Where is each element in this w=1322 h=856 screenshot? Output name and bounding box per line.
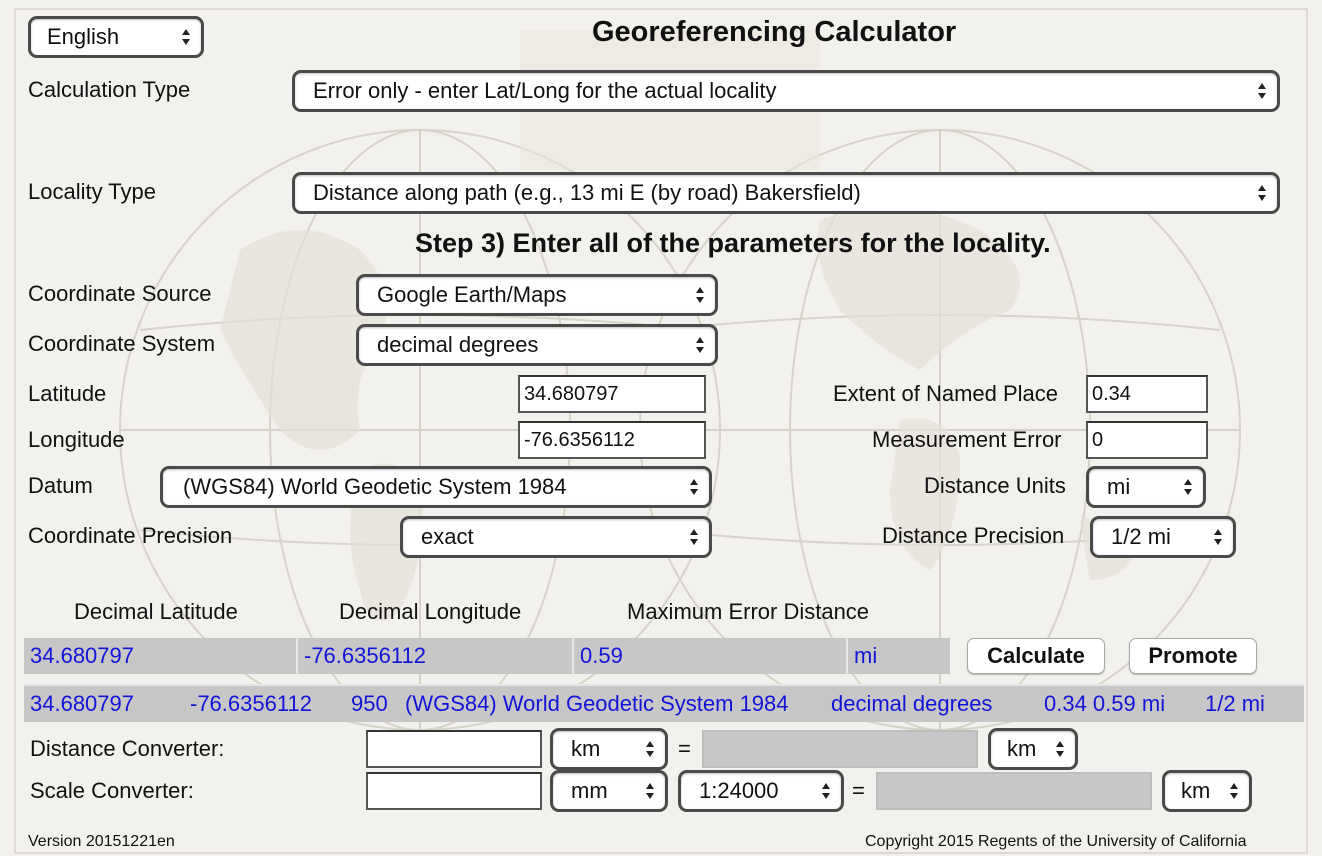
distance-converter-label: Distance Converter: (30, 736, 225, 761)
decimal-longitude-header: Decimal Longitude (339, 599, 522, 624)
language-select[interactable]: English (28, 16, 204, 58)
result-error-distance: 0.59 (574, 638, 848, 674)
summary-precision: 1/2 mi (1205, 691, 1265, 716)
scale-converter-equals: = (852, 778, 865, 803)
summary-datum: (WGS84) World Geodetic System 1984 (405, 691, 789, 716)
extent-label: Extent of Named Place (833, 381, 1059, 406)
chevron-updown-icon (646, 783, 654, 799)
result-longitude: -76.6356112 (298, 638, 574, 674)
chevron-updown-icon (696, 287, 704, 303)
chevron-updown-icon (696, 337, 704, 353)
coordinate-precision-value: exact (421, 524, 474, 549)
longitude-input[interactable]: -76.6356112 (518, 421, 706, 459)
step-heading: Step 3) Enter all of the parameters for … (415, 228, 1051, 258)
summary-error: 0.34 0.59 mi (1044, 691, 1166, 716)
datum-label: Datum (28, 473, 93, 498)
distance-converter-output (702, 730, 978, 768)
distance-precision-label: Distance Precision (882, 523, 1065, 548)
chevron-updown-icon (646, 741, 654, 757)
distance-converter-to-unit-select[interactable]: km (988, 728, 1078, 770)
scale-converter-to-unit-value: km (1181, 778, 1211, 803)
result-units: mi (848, 638, 950, 674)
summary-coordinate-system: decimal degrees (831, 691, 993, 716)
distance-precision-value: 1/2 mi (1111, 524, 1171, 549)
scale-converter-from-unit-value: mm (571, 778, 608, 803)
calculate-button[interactable]: Calculate (967, 638, 1105, 674)
language-select-value: English (47, 24, 120, 49)
datum-value: (WGS84) World Geodetic System 1984 (183, 474, 567, 499)
datum-select[interactable]: (WGS84) World Geodetic System 1984 (160, 466, 712, 508)
coordinate-system-value: decimal degrees (377, 332, 539, 357)
coordinate-source-label: Coordinate Source (28, 281, 212, 306)
distance-converter-input[interactable] (366, 730, 542, 768)
scale-converter-label: Scale Converter: (30, 778, 194, 803)
scale-select-value: 1:24000 (699, 778, 779, 803)
distance-converter-to-unit-value: km (1007, 736, 1037, 761)
coordinate-precision-label: Coordinate Precision (28, 523, 233, 548)
scale-select[interactable]: 1:24000 (678, 770, 844, 812)
chevron-updown-icon (690, 529, 698, 545)
measurement-error-input[interactable]: 0 (1086, 421, 1208, 459)
distance-units-select[interactable]: mi (1086, 466, 1206, 508)
scale-converter-to-unit-select[interactable]: km (1162, 770, 1252, 812)
chevron-updown-icon (690, 479, 698, 495)
extent-input[interactable]: 0.34 (1086, 375, 1208, 413)
latitude-label: Latitude (28, 381, 107, 406)
version-text: Version 20151221en (28, 833, 175, 850)
measurement-error-label: Measurement Error (872, 427, 1062, 452)
chevron-updown-icon (182, 29, 190, 45)
calculation-type-select[interactable]: Error only - enter Lat/Long for the actu… (292, 70, 1280, 112)
chevron-updown-icon (1258, 83, 1266, 99)
distance-converter-from-unit-select[interactable]: km (550, 728, 668, 770)
distance-units-value: mi (1107, 474, 1131, 499)
distance-precision-select[interactable]: 1/2 mi (1090, 516, 1236, 558)
copyright-text: Copyright 2015 Regents of the University… (865, 833, 1247, 850)
chevron-updown-icon (1230, 783, 1238, 799)
locality-type-label: Locality Type (28, 179, 157, 204)
summary-number: 950 (351, 691, 388, 716)
calculation-type-value: Error only - enter Lat/Long for the actu… (313, 78, 777, 103)
coordinate-precision-select[interactable]: exact (400, 516, 712, 558)
scale-converter-from-unit-select[interactable]: mm (550, 770, 668, 812)
locality-type-select[interactable]: Distance along path (e.g., 13 mi E (by r… (292, 172, 1280, 214)
distance-units-label: Distance Units (924, 473, 1066, 498)
coordinate-source-value: Google Earth/Maps (377, 282, 567, 307)
coordinate-source-select[interactable]: Google Earth/Maps (356, 274, 718, 316)
latitude-input[interactable]: 34.680797 (518, 375, 706, 413)
distance-converter-equals: = (678, 736, 691, 761)
result-latitude: 34.680797 (24, 638, 298, 674)
coordinate-system-label: Coordinate System (28, 331, 216, 356)
coordinate-system-select[interactable]: decimal degrees (356, 324, 718, 366)
summary-latitude: 34.680797 (30, 691, 134, 716)
locality-type-value: Distance along path (e.g., 13 mi E (by r… (313, 180, 861, 205)
scale-converter-input[interactable] (366, 772, 542, 810)
chevron-updown-icon (1056, 741, 1064, 757)
chevron-updown-icon (822, 783, 830, 799)
scale-converter-output (876, 772, 1152, 810)
chevron-updown-icon (1258, 185, 1266, 201)
chevron-updown-icon (1214, 529, 1222, 545)
summary-longitude: -76.6356112 (190, 691, 312, 716)
chevron-updown-icon (1184, 479, 1192, 495)
promote-button[interactable]: Promote (1129, 638, 1257, 674)
maximum-error-header: Maximum Error Distance (627, 599, 870, 624)
distance-converter-from-unit-value: km (571, 736, 601, 761)
calculation-type-label: Calculation Type (28, 77, 191, 102)
page-title: Georeferencing Calculator (592, 16, 957, 48)
decimal-latitude-header: Decimal Latitude (74, 599, 238, 624)
longitude-label: Longitude (28, 427, 125, 452)
